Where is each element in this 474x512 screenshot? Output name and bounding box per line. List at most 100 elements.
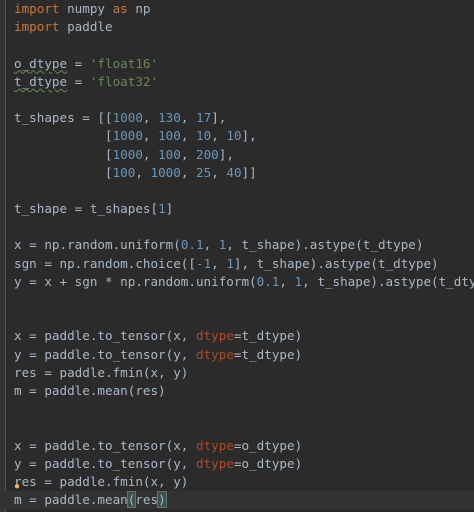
code-token: import bbox=[14, 19, 60, 35]
code-token: 100 bbox=[158, 146, 181, 162]
code-token: x = np.random.uniform( bbox=[14, 237, 181, 253]
code-token: =o_dtype) bbox=[233, 455, 303, 471]
code-token: t_shapes = [[ bbox=[14, 110, 113, 126]
code-token: , bbox=[180, 128, 197, 144]
code-editor[interactable]: import numpy as np import paddle o_dtype … bbox=[0, 0, 474, 512]
code-line[interactable]: x = paddle.to_tensor(x, dtype=o_dtype) bbox=[14, 437, 474, 455]
code-token: dtype bbox=[195, 328, 234, 344]
code-token: 25 bbox=[196, 164, 212, 180]
code-line[interactable] bbox=[14, 309, 474, 327]
code-line[interactable] bbox=[14, 36, 474, 54]
code-token: 40 bbox=[226, 164, 242, 180]
code-line[interactable]: t_shapes = [[1000, 130, 17], bbox=[14, 109, 474, 127]
code-line[interactable]: res = paddle.fmin(x, y) bbox=[14, 364, 474, 382]
code-line[interactable]: res = paddle.fmin(x, y) bbox=[14, 473, 474, 491]
code-token: , bbox=[180, 146, 197, 162]
code-token: 0.1 bbox=[180, 237, 204, 253]
code-token: ], bbox=[211, 110, 227, 126]
code-line[interactable] bbox=[14, 218, 474, 236]
code-token: sgn = np.random.choice([ bbox=[14, 255, 196, 271]
code-token: numpy bbox=[59, 1, 113, 16]
code-token: , bbox=[142, 146, 159, 162]
code-token: [ bbox=[14, 146, 113, 162]
code-token: 'float16' bbox=[89, 55, 159, 71]
code-token: 100 bbox=[158, 128, 181, 144]
code-line[interactable]: m = paddle.mean(res) bbox=[14, 382, 474, 400]
code-token: dtype bbox=[195, 346, 234, 362]
code-token: dtype bbox=[195, 455, 234, 471]
code-token: , bbox=[142, 128, 159, 144]
code-line[interactable]: t_dtype = 'float32' bbox=[14, 73, 474, 91]
code-token: 1000 bbox=[112, 146, 143, 162]
code-token: 1000 bbox=[112, 128, 143, 144]
text-caret bbox=[165, 493, 168, 509]
code-token: m = paddle.mean bbox=[14, 492, 128, 508]
code-token: =o_dtype) bbox=[233, 437, 303, 453]
code-line[interactable]: import numpy as np bbox=[14, 0, 474, 18]
code-line[interactable] bbox=[14, 291, 474, 309]
code-line[interactable]: [1000, 100, 200], bbox=[14, 146, 474, 164]
code-line[interactable] bbox=[14, 182, 474, 200]
code-token: 1 bbox=[158, 201, 166, 217]
code-token: res bbox=[135, 492, 159, 508]
code-token: 0.1 bbox=[256, 273, 280, 289]
code-token: res = paddle.fmin(x, y) bbox=[14, 364, 189, 380]
code-line[interactable]: x = np.random.uniform(0.1, 1, t_shape).a… bbox=[14, 236, 474, 254]
gutter-divider bbox=[5, 0, 6, 512]
code-token: 1000 bbox=[112, 110, 143, 126]
code-line[interactable]: [1000, 100, 10, 10], bbox=[14, 127, 474, 145]
code-token: paddle bbox=[59, 19, 113, 35]
code-token: , bbox=[142, 110, 159, 126]
code-token: ]] bbox=[241, 164, 257, 180]
code-line[interactable] bbox=[14, 400, 474, 418]
code-token: t_dtype bbox=[14, 73, 68, 89]
code-token: ], bbox=[241, 128, 257, 144]
code-token: , bbox=[211, 128, 227, 144]
code-token: ] bbox=[165, 201, 174, 217]
code-line[interactable]: import paddle bbox=[14, 18, 474, 36]
code-token: res = paddle.fmin(x, y) bbox=[14, 473, 189, 489]
code-line[interactable] bbox=[14, 418, 474, 436]
code-line[interactable]: y = x + sgn * np.random.uniform(0.1, 1, … bbox=[14, 273, 474, 291]
lightbulb-icon[interactable]: ● bbox=[14, 482, 24, 492]
code-line[interactable]: x = paddle.to_tensor(x, dtype=t_dtype) bbox=[14, 327, 474, 345]
code-line[interactable]: y = paddle.to_tensor(y, dtype=t_dtype) bbox=[14, 346, 474, 364]
code-token: 1000 bbox=[150, 164, 181, 180]
code-token: o_dtype bbox=[14, 55, 68, 71]
code-token: import bbox=[14, 1, 60, 16]
code-token: 200 bbox=[196, 146, 219, 162]
code-token: t_shape = t_shapes[ bbox=[14, 201, 159, 217]
code-token: , bbox=[180, 164, 197, 180]
code-line[interactable]: y = paddle.to_tensor(y, dtype=o_dtype) bbox=[14, 455, 474, 473]
code-line[interactable]: [100, 1000, 25, 40]] bbox=[14, 164, 474, 182]
code-line[interactable] bbox=[14, 91, 474, 109]
code-token: m = paddle.mean(res) bbox=[14, 382, 166, 398]
code-line[interactable]: t_shape = t_shapes[1] bbox=[14, 200, 474, 218]
code-token: , bbox=[180, 110, 197, 126]
code-token: 10 bbox=[196, 128, 212, 144]
code-token: 130 bbox=[158, 110, 181, 126]
code-area[interactable]: import numpy as np import paddle o_dtype … bbox=[0, 0, 474, 510]
code-token: =t_dtype) bbox=[233, 328, 303, 344]
code-token: y = x + sgn * np.random.uniform( bbox=[14, 273, 257, 289]
code-token: 17 bbox=[196, 110, 212, 126]
code-token: 'float32' bbox=[89, 73, 159, 89]
code-token: 10 bbox=[226, 128, 242, 144]
code-token: ) bbox=[157, 491, 167, 509]
code-token: , bbox=[135, 164, 151, 180]
code-token: dtype bbox=[195, 437, 234, 453]
code-token: 100 bbox=[112, 164, 136, 180]
code-line[interactable]: sgn = np.random.choice([-1, 1], t_shape)… bbox=[14, 255, 474, 273]
code-token: , bbox=[279, 273, 295, 289]
code-token: = bbox=[67, 55, 90, 71]
code-token: , bbox=[203, 237, 219, 253]
code-line[interactable]: m = paddle.mean(res) bbox=[0, 491, 474, 510]
code-token: x = paddle.to_tensor(x, bbox=[14, 437, 196, 453]
code-token: =t_dtype) bbox=[233, 346, 303, 362]
code-token: , bbox=[211, 164, 227, 180]
code-line[interactable]: o_dtype = 'float16' bbox=[14, 55, 474, 73]
code-token: = bbox=[67, 73, 90, 89]
code-token: x = paddle.to_tensor(x, bbox=[14, 328, 196, 344]
code-token: , bbox=[211, 255, 227, 271]
code-token: , t_shape).astype(t_dtype) bbox=[226, 237, 424, 253]
